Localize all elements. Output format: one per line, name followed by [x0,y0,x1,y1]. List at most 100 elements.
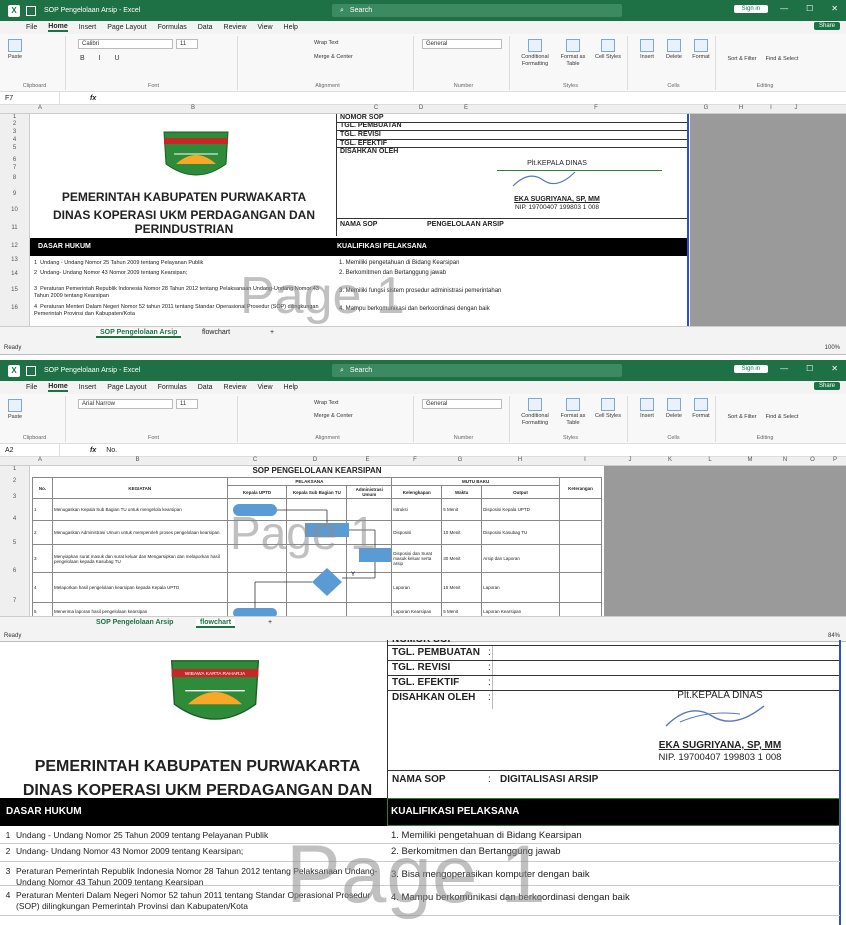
sign-in-button[interactable]: Sign in [733,365,768,373]
tab-data[interactable]: Data [198,24,213,31]
wrap-text-button[interactable]: Wrap Text [314,40,339,46]
tab-page-layout[interactable]: Page Layout [107,24,146,31]
minimize-button[interactable]: — [780,4,788,13]
column-header[interactable]: E [426,105,506,111]
tab-help[interactable]: Help [284,24,298,31]
add-sheet-button[interactable]: + [268,619,272,626]
save-icon[interactable] [26,5,36,16]
paste-button[interactable]: Paste [8,39,22,61]
format-cells-button[interactable]: Format [688,398,714,420]
conditional-formatting-button[interactable]: Conditional Formatting [516,398,554,427]
sort-filter-button[interactable]: Sort & Filter [724,56,760,62]
format-cells-button[interactable]: Format [688,39,714,61]
worksheet-2[interactable]: 1234567 SOP PENGELOLAAN KEARSIPAN No. KE… [0,466,846,616]
delete-cells-button[interactable]: Delete [661,398,687,420]
column-header[interactable]: D [416,105,426,111]
formula-input[interactable]: No. [106,447,117,454]
tab-review[interactable]: Review [224,384,247,391]
font-size-select[interactable]: 11 [176,39,198,49]
sort-filter-button[interactable]: Sort & Filter [724,414,760,420]
name-box[interactable]: F7 [0,92,60,104]
delete-cells-button[interactable]: Delete [661,39,687,61]
worksheet-1[interactable]: 1 2 3 4 5 6 7 8 9 10 11 12 13 14 15 16 PEMERINTAH KABUP… [0,114,846,326]
font-style-buttons[interactable]: B I U [80,55,126,62]
column-header[interactable]: J [786,105,806,111]
merge-center-button[interactable]: Merge & Center [314,54,353,60]
merge-center-button[interactable]: Merge & Center [314,413,353,419]
column-header[interactable]: C [336,105,416,111]
name-box[interactable]: A2 [0,444,60,456]
column-header[interactable]: H [480,457,560,463]
column-header[interactable]: H [726,105,756,111]
column-header[interactable]: A [30,457,50,463]
share-button[interactable]: Share [813,22,840,30]
column-header[interactable]: J [610,457,650,463]
paste-button[interactable]: Paste [8,399,22,421]
zoom-level[interactable]: 100% [825,342,840,354]
column-header[interactable]: P [825,457,845,463]
column-header[interactable]: O [800,457,825,463]
conditional-formatting-button[interactable]: Conditional Formatting [516,39,554,68]
insert-cells-button[interactable]: Insert [634,39,660,61]
save-icon[interactable] [26,365,36,376]
tab-insert[interactable]: Insert [79,384,97,391]
tab-formulas[interactable]: Formulas [158,24,187,31]
tab-view[interactable]: View [258,384,273,391]
restore-button[interactable]: ☐ [806,4,813,13]
number-format-select[interactable]: General [422,39,502,49]
selected-cell[interactable] [387,798,840,826]
tab-review[interactable]: Review [224,24,247,31]
sheet-tab-flowchart[interactable]: flowchart [202,329,230,336]
column-header[interactable]: G [440,457,480,463]
tab-home[interactable]: Home [48,383,68,392]
column-header[interactable]: F [506,105,686,111]
tab-home[interactable]: Home [48,23,68,32]
sheet-tab-sop[interactable]: SOP Pengelolaan Arsip [96,619,173,626]
font-size-select[interactable]: 11 [176,399,198,409]
column-header[interactable]: D [285,457,345,463]
sheet-tab-flowchart[interactable]: flowchart [196,619,236,628]
number-format-select[interactable]: General [422,399,502,409]
find-select-button[interactable]: Find & Select [764,56,800,62]
column-header[interactable]: K [650,457,690,463]
insert-cells-button[interactable]: Insert [634,398,660,420]
tab-view[interactable]: View [258,24,273,31]
cell-styles-button[interactable]: Cell Styles [592,398,624,420]
add-sheet-button[interactable]: + [270,329,274,336]
format-as-table-button[interactable]: Format as Table [556,398,590,427]
sheet-tab-sop[interactable]: SOP Pengelolaan Arsip [96,329,182,338]
column-header[interactable]: E [345,457,390,463]
minimize-button[interactable]: — [780,364,788,373]
tab-file[interactable]: File [26,24,37,31]
column-header[interactable]: I [560,457,610,463]
find-select-button[interactable]: Find & Select [764,414,800,420]
column-header[interactable]: M [730,457,770,463]
column-header[interactable]: C [225,457,285,463]
tab-insert[interactable]: Insert [79,24,97,31]
tab-page-layout[interactable]: Page Layout [107,384,146,391]
font-name-select[interactable]: Calibri [78,39,173,49]
column-header[interactable]: I [756,105,786,111]
search-box[interactable]: ⌕ Search [332,4,622,17]
format-as-table-button[interactable]: Format as Table [556,39,590,68]
tab-data[interactable]: Data [198,384,213,391]
sign-in-button[interactable]: Sign in [733,5,768,13]
share-button[interactable]: Share [813,382,840,390]
column-header[interactable]: A [30,105,50,111]
restore-button[interactable]: ☐ [806,364,813,373]
tab-file[interactable]: File [26,384,37,391]
cell-styles-button[interactable]: Cell Styles [592,39,624,61]
column-header[interactable]: B [50,105,336,111]
search-box[interactable]: ⌕ Search [332,364,622,377]
column-header[interactable]: B [50,457,225,463]
wrap-text-button[interactable]: Wrap Text [314,400,339,406]
column-header[interactable]: L [690,457,730,463]
font-name-select[interactable]: Arial Narrow [78,399,173,409]
tab-formulas[interactable]: Formulas [158,384,187,391]
close-button[interactable]: ✕ [831,4,838,13]
column-header[interactable]: G [686,105,726,111]
tab-help[interactable]: Help [284,384,298,391]
column-header[interactable]: N [770,457,800,463]
close-button[interactable]: ✕ [831,364,838,373]
column-header[interactable]: F [390,457,440,463]
